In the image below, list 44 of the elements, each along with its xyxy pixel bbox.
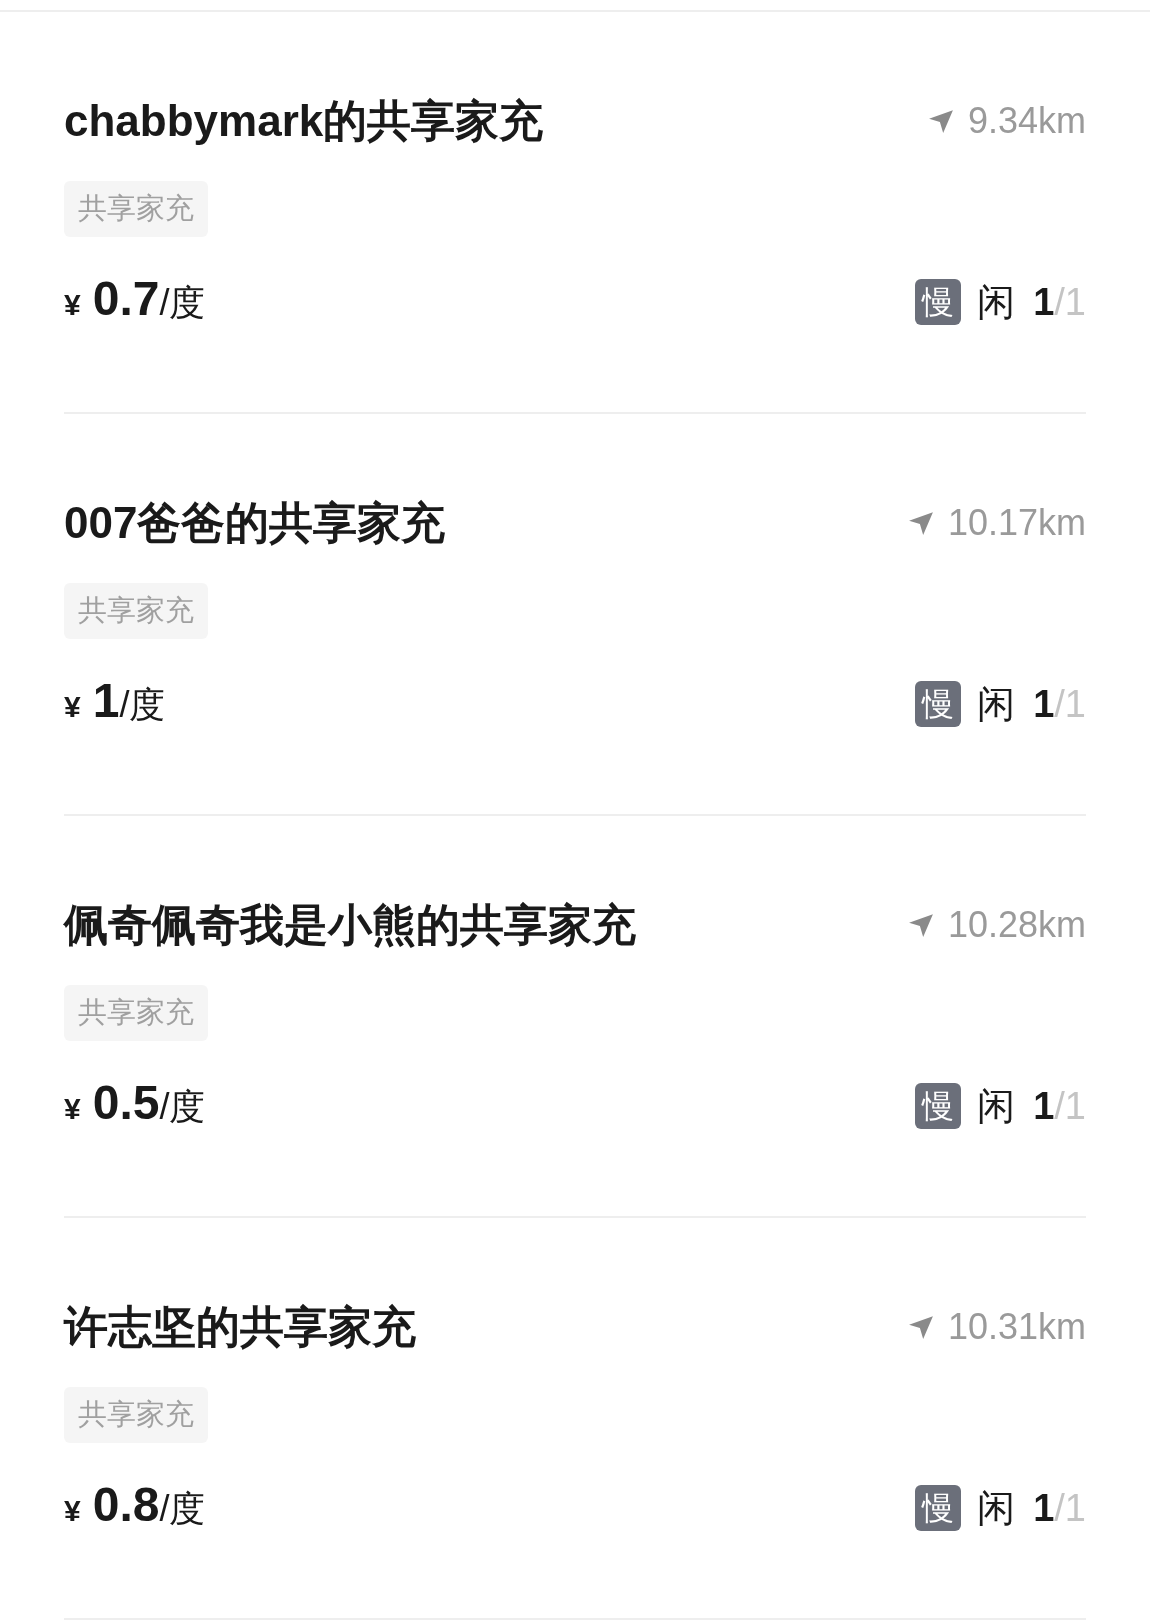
speed-badge: 慢 (915, 1083, 962, 1129)
available-count: 1 (1033, 279, 1055, 325)
currency-symbol: ¥ (64, 689, 81, 725)
station-name: 佩奇佩奇我是小熊的共享家充 (64, 900, 636, 950)
available-count: 1 (1033, 1485, 1055, 1531)
distance: 9.34km (967, 101, 1086, 141)
station-tag: 共享家充 (64, 181, 208, 237)
navigation-arrow-icon (907, 1314, 934, 1340)
total-count: /1 (1054, 1485, 1086, 1531)
distance: 10.17km (947, 503, 1086, 543)
currency-symbol: ¥ (64, 1091, 81, 1127)
price-unit: /度 (159, 1488, 206, 1531)
navigation-arrow-icon (927, 108, 954, 134)
currency-symbol: ¥ (64, 1493, 81, 1529)
total-count: /1 (1054, 681, 1086, 727)
distance: 10.28km (947, 905, 1086, 945)
station-tag: 共享家充 (64, 985, 208, 1041)
station-tag: 共享家充 (64, 583, 208, 639)
available-count: 1 (1033, 1083, 1055, 1129)
status-label: 闲 (977, 681, 1016, 727)
station-name: chabbymark的共享家充 (64, 96, 544, 146)
status-label: 闲 (977, 1083, 1016, 1129)
total-count: /1 (1054, 1083, 1086, 1129)
distance: 10.31km (947, 1307, 1086, 1347)
station-tag: 共享家充 (64, 1387, 208, 1443)
speed-badge: 慢 (915, 681, 962, 727)
station-name: 007爸爸的共享家充 (64, 498, 446, 548)
navigation-arrow-icon (907, 912, 934, 938)
speed-badge: 慢 (915, 1485, 962, 1531)
price-unit: /度 (119, 683, 166, 727)
price-unit: /度 (159, 282, 206, 325)
total-count: /1 (1054, 279, 1086, 325)
price: 0.7 (92, 274, 160, 324)
station-name: 许志坚的共享家充 (64, 1302, 416, 1352)
available-count: 1 (1033, 681, 1055, 727)
status-label: 闲 (977, 279, 1016, 325)
navigation-arrow-icon (907, 510, 934, 536)
price: 1 (92, 676, 120, 726)
speed-badge: 慢 (915, 279, 962, 325)
status-label: 闲 (977, 1485, 1016, 1531)
price-unit: /度 (159, 1086, 206, 1129)
price: 0.8 (92, 1480, 160, 1530)
currency-symbol: ¥ (64, 287, 81, 323)
price: 0.5 (92, 1078, 160, 1128)
